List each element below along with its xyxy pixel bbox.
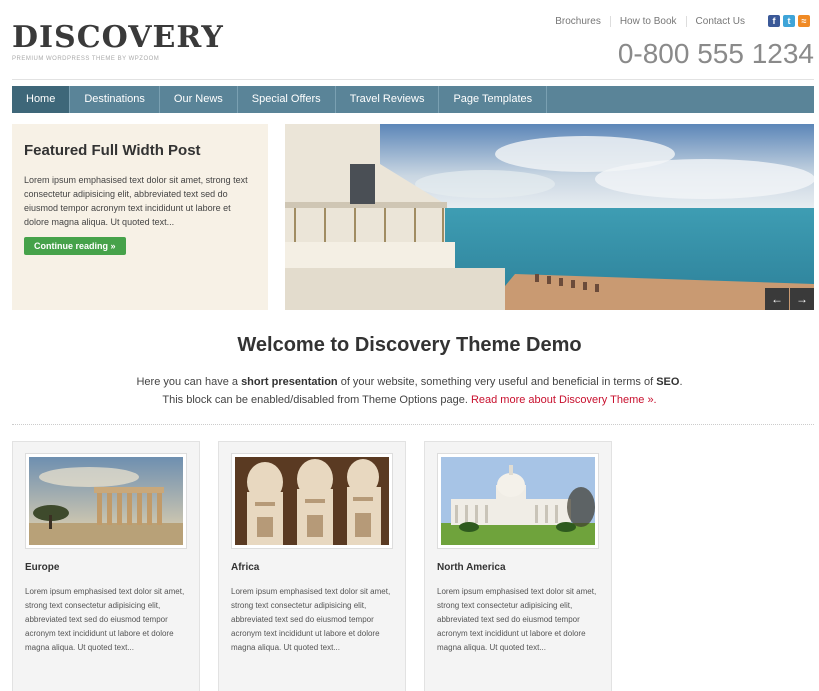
card-thumb-north-america[interactable]: [438, 454, 598, 548]
featured-slider[interactable]: ← →: [285, 124, 814, 310]
card-text-north-america: Lorem ipsum emphasised text dolor sit am…: [437, 587, 597, 652]
card-text-africa: Lorem ipsum emphasised text dolor sit am…: [231, 587, 391, 652]
welcome-line1-c: of your website, something very useful a…: [337, 376, 657, 388]
rss-icon[interactable]: ≈: [798, 15, 810, 27]
card-north-america: North America Lorem ipsum emphasised tex…: [424, 441, 612, 691]
welcome-line1-e: .: [679, 376, 683, 388]
welcome-text: Here you can have a short presentation o…: [0, 373, 819, 409]
slider-image: [285, 124, 814, 310]
nav-travel-reviews[interactable]: Travel Reviews: [336, 86, 440, 113]
featured-title[interactable]: Featured Full Width Post: [24, 142, 256, 159]
europe-image: [29, 457, 183, 545]
nav-destinations[interactable]: Destinations: [70, 86, 160, 113]
welcome-title: Welcome to Discovery Theme Demo: [237, 334, 582, 356]
site-tagline: PREMIUM WORDPRESS THEME BY WPZOOM: [12, 56, 160, 62]
card-text-europe: Lorem ipsum emphasised text dolor sit am…: [25, 587, 185, 652]
north-america-image: [441, 457, 595, 545]
top-links: Brochures How to Book Contact Us: [546, 16, 754, 27]
featured-excerpt: Lorem ipsum emphasised text dolor sit am…: [24, 175, 248, 227]
welcome-line1-b: short presentation: [241, 376, 338, 388]
social-icons: f t ≈: [768, 15, 810, 27]
section-divider: [12, 424, 814, 425]
phone-number: 0-800 555 1234: [617, 38, 814, 69]
site-logo[interactable]: DISCOVERY: [12, 20, 224, 55]
top-link-how-to-book[interactable]: How to Book: [611, 16, 687, 27]
card-thumb-africa[interactable]: [232, 454, 392, 548]
site-header: DISCOVERY PREMIUM WORDPRESS THEME BY WPZ…: [12, 0, 814, 80]
nav-special-offers[interactable]: Special Offers: [238, 86, 336, 113]
main-nav: Home Destinations Our News Special Offer…: [12, 86, 814, 113]
africa-image: [235, 457, 389, 545]
facebook-icon[interactable]: f: [768, 15, 780, 27]
card-europe: Europe Lorem ipsum emphasised text dolor…: [12, 441, 200, 691]
card-thumb-europe[interactable]: [26, 454, 186, 548]
nav-our-news[interactable]: Our News: [160, 86, 238, 113]
read-more-link[interactable]: Read more about Discovery Theme ».: [471, 394, 657, 406]
continue-reading-button[interactable]: Continue reading »: [24, 237, 126, 255]
card-title-north-america[interactable]: North America: [437, 562, 599, 573]
featured-post: Featured Full Width Post Lorem ipsum emp…: [12, 124, 268, 310]
card-africa: Africa Lorem ipsum emphasised text dolor…: [218, 441, 406, 691]
welcome-line1-a: Here you can have a: [136, 376, 242, 388]
nav-home[interactable]: Home: [12, 86, 71, 113]
slider-next-button[interactable]: →: [790, 288, 814, 310]
nav-page-templates[interactable]: Page Templates: [439, 86, 548, 113]
welcome-line2-a: This block can be enabled/disabled from …: [162, 394, 471, 406]
card-title-africa[interactable]: Africa: [231, 562, 393, 573]
card-title-europe[interactable]: Europe: [25, 562, 187, 573]
twitter-icon[interactable]: t: [783, 15, 795, 27]
welcome-line1-d: SEO: [656, 376, 680, 388]
slider-prev-button[interactable]: ←: [765, 288, 789, 310]
top-link-brochures[interactable]: Brochures: [546, 16, 611, 27]
top-link-contact-us[interactable]: Contact Us: [687, 16, 754, 27]
